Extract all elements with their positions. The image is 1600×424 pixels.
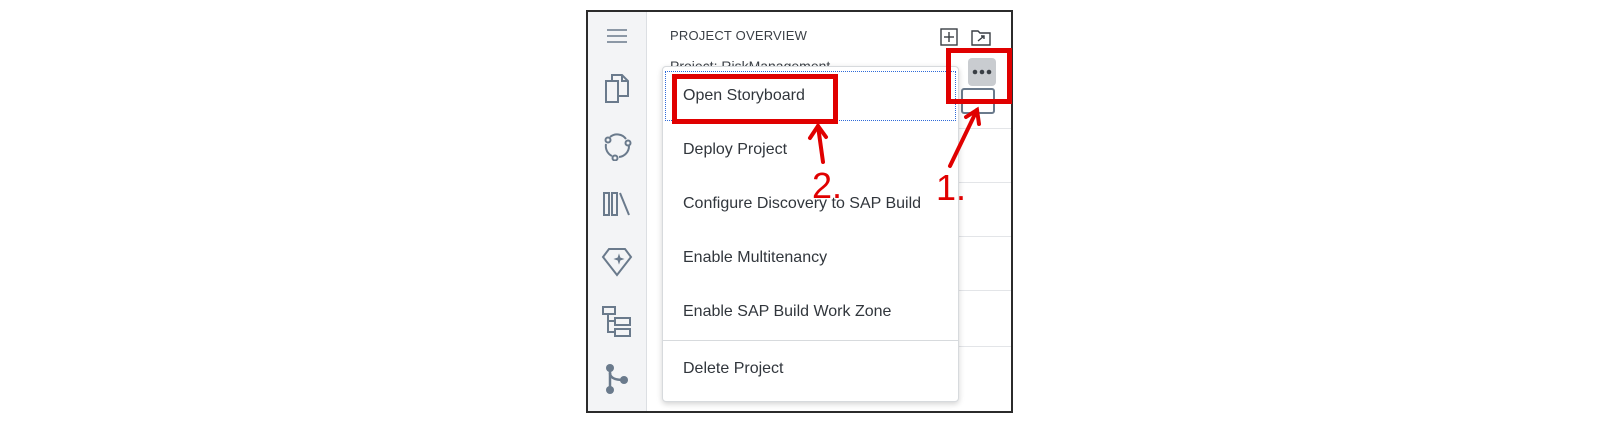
- tree-structure-icon[interactable]: [588, 299, 646, 343]
- menu-item-deploy-project[interactable]: Deploy Project: [663, 123, 958, 177]
- menu-item-configure-discovery[interactable]: Configure Discovery to SAP Build: [663, 177, 958, 231]
- explorer-icon[interactable]: [588, 66, 646, 110]
- annotation-step-2: 2.: [812, 165, 843, 206]
- highlight-more-button: [946, 48, 1012, 104]
- source-control-icon[interactable]: [588, 357, 646, 401]
- menu-separator: [663, 340, 958, 341]
- workflow-icon[interactable]: [588, 124, 646, 168]
- menu-item-enable-multitenancy[interactable]: Enable Multitenancy: [663, 231, 958, 285]
- menu-icon[interactable]: [588, 14, 646, 58]
- menu-item-delete-project[interactable]: Delete Project: [663, 342, 958, 396]
- library-icon[interactable]: [588, 182, 646, 226]
- highlight-open-storyboard: [672, 74, 838, 124]
- open-folder-icon[interactable]: [970, 26, 992, 48]
- panel-title: PROJECT OVERVIEW: [670, 28, 808, 43]
- add-icon[interactable]: [938, 26, 960, 48]
- menu-item-enable-work-zone[interactable]: Enable SAP Build Work Zone: [663, 285, 958, 339]
- annotation-step-1: 1.: [936, 167, 967, 208]
- activity-bar: [588, 12, 647, 411]
- diamond-star-icon[interactable]: [588, 240, 646, 284]
